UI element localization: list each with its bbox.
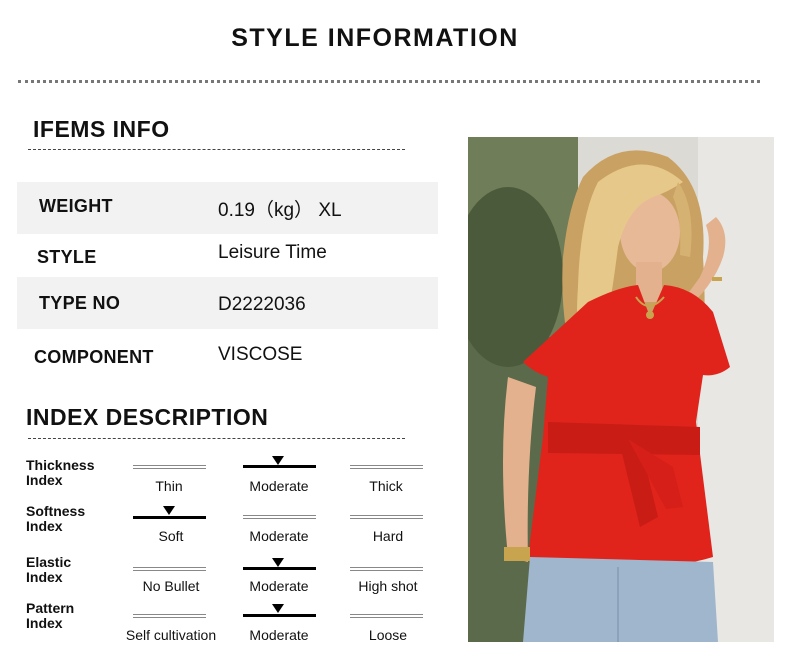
softness-option-moderate: Moderate (249, 528, 309, 544)
elastic-scale-high-shot (350, 567, 423, 571)
pattern-option-moderate: Moderate (249, 627, 309, 643)
component-value: VISCOSE (218, 344, 303, 365)
pattern-option-self-cultivation: Self cultivation (125, 627, 217, 643)
pattern-option-loose: Loose (368, 627, 408, 643)
softness-option-hard: Hard (372, 528, 404, 544)
softness-label-line1: Softness (26, 503, 86, 519)
title-divider (18, 80, 760, 83)
softness-option-soft: Soft (158, 528, 184, 544)
thickness-scale-thick (350, 465, 423, 469)
product-photo (468, 137, 774, 642)
thickness-scale-thin (133, 465, 206, 469)
type-no-key: TYPE NO (39, 293, 121, 313)
thickness-scale-moderate (243, 465, 316, 468)
softness-scale-moderate (243, 515, 316, 519)
weight-key: WEIGHT (39, 196, 113, 216)
softness-label-line2: Index (26, 518, 63, 534)
softness-scale-hard (350, 515, 423, 519)
component-key: COMPONENT (34, 347, 154, 367)
elastic-option-high-shot: High shot (358, 578, 418, 594)
index-description-heading: INDEX DESCRIPTION (26, 404, 269, 430)
softness-selected-marker-icon (163, 506, 175, 515)
thickness-label-line2: Index (26, 472, 63, 488)
elastic-option-moderate: Moderate (249, 578, 309, 594)
elastic-scale-no-bullet (133, 567, 206, 571)
items-info-heading: IFEMS INFO (33, 116, 170, 142)
thickness-index-label: Thickness Index (26, 458, 94, 488)
thickness-option-moderate: Moderate (249, 478, 309, 494)
style-key: STYLE (37, 247, 97, 267)
style-value: Leisure Time (218, 242, 327, 263)
pattern-label-line1: Pattern (26, 600, 75, 616)
pattern-selected-marker-icon (272, 604, 284, 613)
pattern-scale-loose (350, 614, 423, 618)
elastic-index-label: Elastic Index (26, 555, 71, 585)
model-illustration (468, 137, 774, 642)
elastic-option-no-bullet: No Bullet (142, 578, 200, 594)
elastic-selected-marker-icon (272, 558, 284, 567)
elastic-label-line1: Elastic (26, 554, 72, 570)
softness-scale-soft (133, 516, 206, 519)
thickness-selected-marker-icon (272, 456, 284, 465)
index-description-divider (28, 438, 405, 439)
elastic-label-line2: Index (26, 569, 63, 585)
elastic-scale-moderate (243, 567, 316, 570)
items-info-divider (28, 149, 405, 150)
pattern-scale-moderate (243, 614, 316, 617)
page-title: STYLE INFORMATION (231, 24, 519, 52)
type-no-value: D2222036 (218, 294, 306, 315)
thickness-label-line1: Thickness (26, 457, 95, 473)
pattern-scale-self-cultivation (133, 614, 206, 618)
thickness-option-thin: Thin (155, 478, 183, 494)
pattern-index-label: Pattern Index (26, 601, 74, 631)
pattern-label-line2: Index (26, 615, 63, 631)
thickness-option-thick: Thick (369, 478, 403, 494)
softness-index-label: Softness Index (26, 504, 85, 534)
weight-value: 0.19（kg） XL (218, 200, 342, 221)
